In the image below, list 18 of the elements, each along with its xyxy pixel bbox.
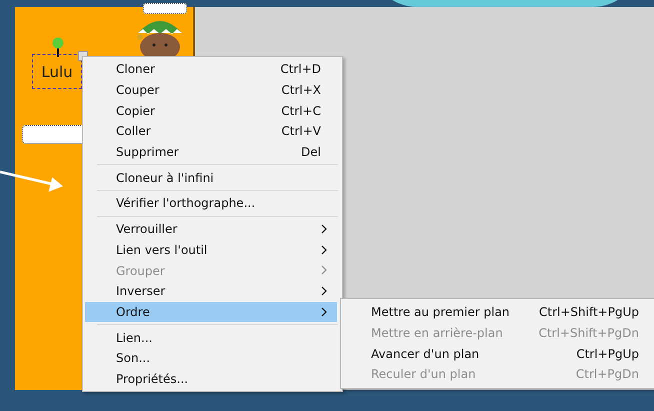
menu-item[interactable]: Propriétés... — [85, 368, 337, 390]
menu-item[interactable]: Verrouiller — [85, 218, 337, 240]
menu-item[interactable]: Lien... — [85, 327, 337, 348]
menu-item[interactable]: Mettre au premier plan Ctrl+Shift+PgUp — [341, 302, 639, 323]
menu-item[interactable]: Couper Ctrl+X — [85, 80, 337, 100]
menu-item[interactable]: Cloneur à l'infini — [85, 167, 337, 188]
menu-item[interactable]: Avancer d'un plan Ctrl+PgUp — [341, 343, 639, 364]
menu-item[interactable]: Cloner Ctrl+D — [85, 59, 337, 80]
menu-item[interactable]: Copier Ctrl+C — [85, 100, 337, 122]
pin-icon — [51, 37, 65, 57]
menu-item[interactable]: Coller Ctrl+V — [85, 121, 337, 142]
menu-item[interactable]: Supprimer Del — [85, 142, 337, 162]
menu-item[interactable]: Vérifier l'orthographe... — [85, 193, 337, 214]
text-box-shape — [143, 3, 187, 14]
menu-item[interactable]: Lien vers l'outil — [85, 240, 337, 260]
menu-item[interactable]: Ordre — [85, 302, 337, 322]
menu-item[interactable]: Inverser — [85, 280, 337, 302]
menu-item[interactable]: Son... — [85, 348, 337, 369]
